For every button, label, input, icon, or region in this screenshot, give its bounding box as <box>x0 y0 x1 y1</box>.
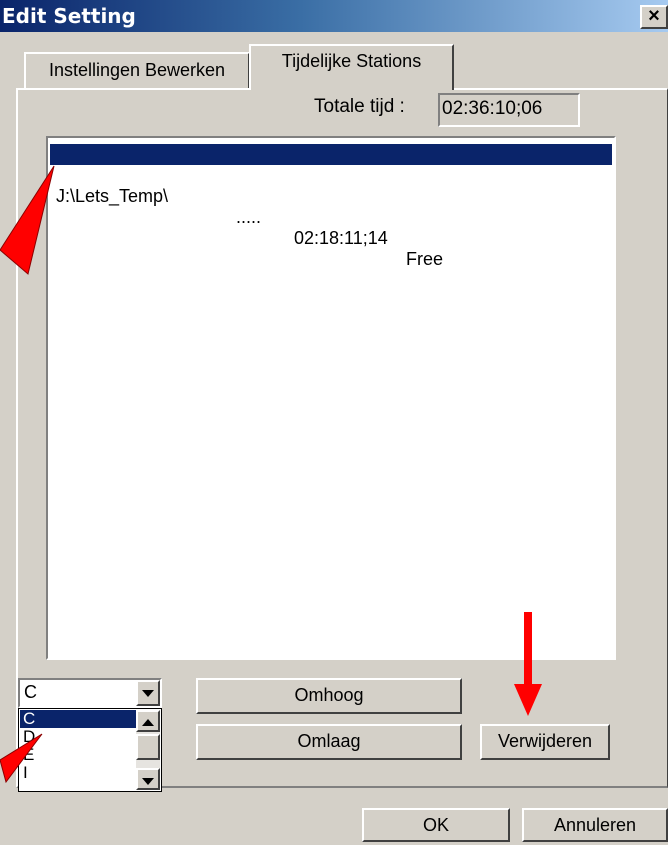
tab-instellingen-bewerken[interactable]: Instellingen Bewerken <box>24 52 250 88</box>
annotation-overlay <box>0 165 542 784</box>
tab-tijdelijke-stations[interactable]: Tijdelijke Stations <box>249 44 454 90</box>
annotation-pointer-list <box>0 165 55 275</box>
annotation-arrow-shaft <box>524 612 532 688</box>
annotation-arrow-head <box>514 684 542 716</box>
annotation-pointer-dropdown <box>0 733 43 784</box>
